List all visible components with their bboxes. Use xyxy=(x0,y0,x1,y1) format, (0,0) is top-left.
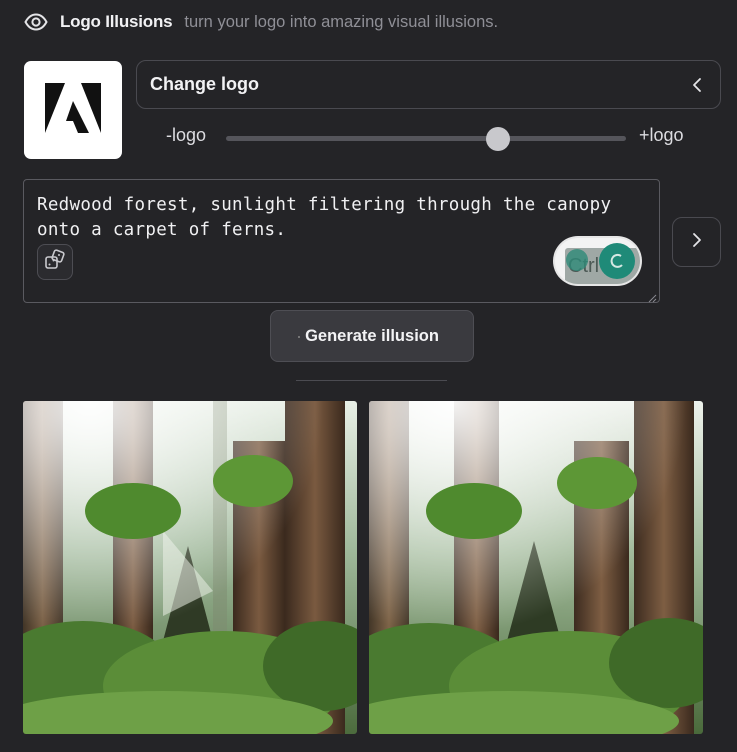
app-subtitle: turn your logo into amazing visual illus… xyxy=(184,12,499,31)
slider-max-label: +logo xyxy=(639,125,684,145)
slider-min-label: -logo xyxy=(166,125,207,145)
eye-icon xyxy=(24,10,48,34)
slider-track[interactable] xyxy=(226,127,626,151)
ctrl-indicator-dot xyxy=(566,249,588,271)
app-header: Logo Illusions turn your logo into amazi… xyxy=(24,8,498,36)
change-logo-label: Change logo xyxy=(150,74,259,94)
change-logo-button[interactable]: Change logo xyxy=(136,60,721,109)
dice-icon xyxy=(44,248,66,276)
slider-thumb[interactable] xyxy=(486,127,510,151)
result-image-2[interactable] xyxy=(369,401,703,734)
generate-illusion-label: Generate illusion xyxy=(305,326,439,345)
chevron-left-icon xyxy=(690,77,704,92)
forest-illusion-image xyxy=(23,401,357,734)
prompt-textarea[interactable]: Redwood forest, sunlight filtering throu… xyxy=(23,179,660,303)
button-dot-icon xyxy=(298,336,300,338)
logo-strength-slider[interactable]: -logo +logo xyxy=(166,122,706,152)
app-title: Logo Illusions xyxy=(60,12,173,31)
random-prompt-button[interactable] xyxy=(37,244,73,280)
ctrl-indicator-icon xyxy=(599,243,635,279)
next-button[interactable] xyxy=(672,217,721,267)
keyboard-shortcut-badge: Ctrl xyxy=(555,238,640,284)
logo-preview[interactable] xyxy=(24,61,122,159)
result-image-1[interactable] xyxy=(23,401,357,734)
prompt-text[interactable]: Redwood forest, sunlight filtering throu… xyxy=(37,193,637,243)
generate-illusion-button[interactable]: Generate illusion xyxy=(270,310,474,362)
resize-grip-icon[interactable] xyxy=(647,290,657,303)
divider xyxy=(296,380,447,381)
adobe-logo-icon xyxy=(45,82,101,138)
forest-illusion-image xyxy=(369,401,703,734)
chevron-right-icon xyxy=(692,232,702,253)
